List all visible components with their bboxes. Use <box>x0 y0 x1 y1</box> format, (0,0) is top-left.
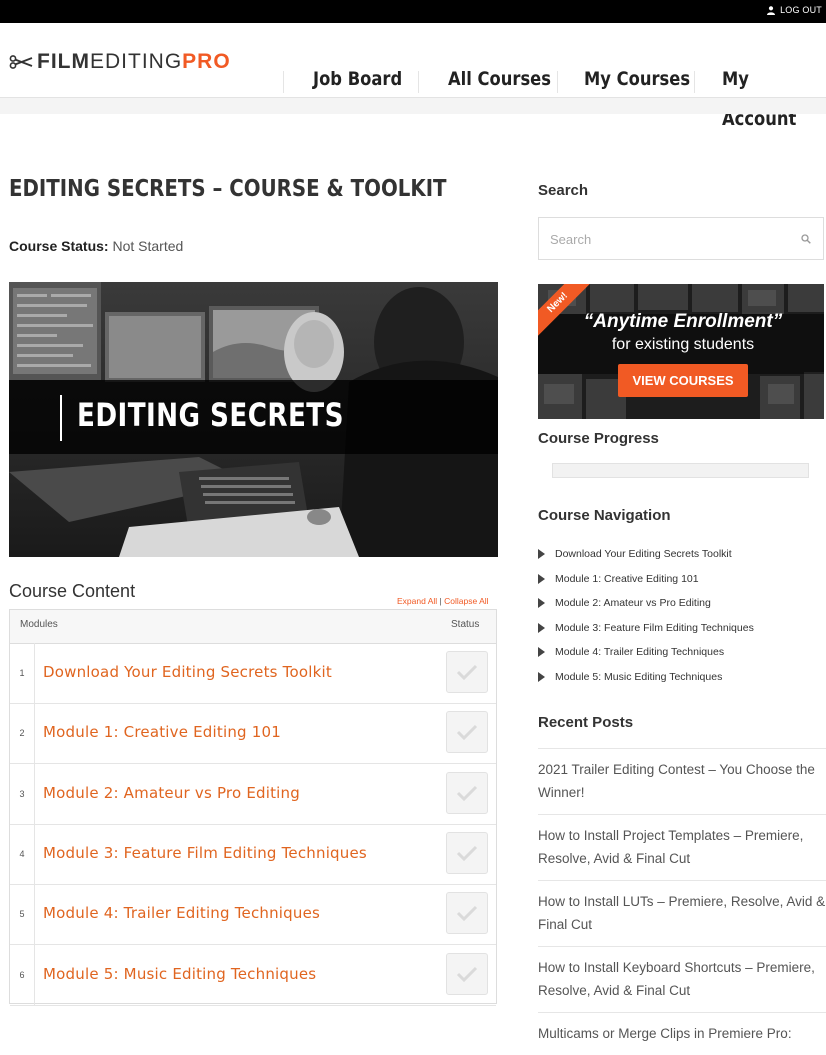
status-checkbox <box>446 831 488 874</box>
course-status-value: Not Started <box>112 238 184 254</box>
anytime-enrollment-banner[interactable]: New! “Anytime Enrollment” for existing s… <box>538 284 824 419</box>
view-courses-button[interactable]: VIEW COURSES <box>618 364 748 397</box>
recent-post-link[interactable]: How to Install Project Templates – Premi… <box>538 814 826 880</box>
expand-arrow-icon[interactable] <box>538 549 545 560</box>
module-row: 5 Module 4: Trailer Editing Techniques <box>10 884 496 946</box>
status-checkbox <box>446 651 488 693</box>
expand-arrow-icon[interactable] <box>538 622 545 633</box>
course-nav-item[interactable]: Module 1: Creative Editing 101 <box>538 567 826 592</box>
course-nav-label[interactable]: Module 1: Creative Editing 101 <box>555 573 699 585</box>
checkmark-icon <box>456 966 478 982</box>
recent-posts-list: 2021 Trailer Editing Contest – You Choos… <box>538 748 826 1055</box>
site-header: FILMEDITINGPRO Job Board All Courses My … <box>0 23 826 130</box>
module-row: 6 Module 5: Music Editing Techniques <box>10 944 496 1006</box>
nav-divider <box>283 71 284 93</box>
course-nav-label[interactable]: Module 3: Feature Film Editing Technique… <box>555 622 754 634</box>
nav-divider <box>418 71 419 93</box>
nav-divider <box>694 71 695 93</box>
module-row: 4 Module 3: Feature Film Editing Techniqu… <box>10 823 496 885</box>
row-number: 1 <box>10 643 35 703</box>
search-input[interactable]: Search <box>550 232 591 247</box>
course-progress-title: Course Progress <box>538 430 659 447</box>
logout-label: LOG OUT <box>780 5 822 15</box>
column-header-status: Status <box>451 619 480 630</box>
recent-post-link[interactable]: Multicams or Merge Clips in Premiere Pro… <box>538 1012 826 1055</box>
column-header-modules: Modules <box>20 619 58 630</box>
module-row: 3 Module 2: Amateur vs Pro Editing <box>10 763 496 825</box>
expand-arrow-icon[interactable] <box>538 573 545 584</box>
expand-arrow-icon[interactable] <box>538 671 545 682</box>
row-number: 5 <box>10 884 35 945</box>
course-nav-label[interactable]: Module 2: Amateur vs Pro Editing <box>555 597 711 609</box>
module-link[interactable]: Module 4: Trailer Editing Techniques <box>43 904 320 922</box>
nav-my-account[interactable]: My Account <box>722 59 811 130</box>
course-status: Course Status: Not Started <box>9 238 183 254</box>
course-nav-item[interactable]: Module 3: Feature Film Editing Technique… <box>538 616 826 641</box>
course-nav-label[interactable]: Download Your Editing Secrets Toolkit <box>555 548 732 560</box>
row-number: 6 <box>10 944 35 1005</box>
module-link[interactable]: Module 2: Amateur vs Pro Editing <box>43 784 300 802</box>
recent-post-link[interactable]: 2021 Trailer Editing Contest – You Choos… <box>538 748 826 814</box>
recent-posts-title: Recent Posts <box>538 714 634 731</box>
nav-job-board[interactable]: Job Board <box>313 59 402 99</box>
course-nav-label[interactable]: Module 4: Trailer Editing Techniques <box>555 646 724 658</box>
header-shadow-band <box>0 98 826 114</box>
hero-title-bar <box>60 395 62 441</box>
module-link[interactable]: Module 5: Music Editing Techniques <box>43 965 316 983</box>
row-number: 2 <box>10 703 35 764</box>
checkmark-icon <box>456 845 478 862</box>
expand-arrow-icon[interactable] <box>538 598 545 609</box>
hero-title: EDITING SECRETS <box>77 396 344 434</box>
nav-my-courses[interactable]: My Courses <box>584 59 690 99</box>
banner-subline: for existing students <box>611 336 755 353</box>
row-number: 3 <box>10 763 35 824</box>
checkmark-icon <box>456 725 478 741</box>
status-checkbox <box>446 771 488 814</box>
table-header: Modules Status <box>10 610 496 644</box>
course-navigation-list: Download Your Editing Secrets Toolkit Mod… <box>538 542 826 689</box>
page-title: EDITING SECRETS – COURSE & TOOLKIT <box>9 176 447 202</box>
expand-collapse-links: Expand All | Collapse All <box>397 596 489 606</box>
course-hero-image: EDITING SECRETS <box>9 282 498 557</box>
course-progress-bar <box>552 463 809 478</box>
course-navigation-title: Course Navigation <box>538 507 671 524</box>
checkmark-icon <box>456 664 478 681</box>
course-nav-item[interactable]: Module 5: Music Editing Techniques <box>538 665 826 690</box>
expand-arrow-icon[interactable] <box>538 647 545 658</box>
row-number: 4 <box>10 823 35 884</box>
module-link[interactable]: Download Your Editing Secrets Toolkit <box>43 663 332 681</box>
status-checkbox <box>446 892 488 935</box>
course-nav-item[interactable]: Download Your Editing Secrets Toolkit <box>538 542 826 567</box>
course-nav-item[interactable]: Module 4: Trailer Editing Techniques <box>538 640 826 665</box>
checkmark-icon <box>456 785 478 801</box>
course-content-title: Course Content <box>9 581 136 601</box>
course-nav-item[interactable]: Module 2: Amateur vs Pro Editing <box>538 591 826 616</box>
recent-post-link[interactable]: How to Install Keyboard Shortcuts – Prem… <box>538 946 826 1012</box>
module-row: 1 Download Your Editing Secrets Toolkit <box>10 643 496 704</box>
nav-divider <box>557 71 558 93</box>
link-separator: | <box>439 596 442 606</box>
module-row: 2 Module 1: Creative Editing 101 <box>10 703 496 765</box>
status-checkbox <box>446 952 488 995</box>
banner-headline: “Anytime Enrollment” <box>583 311 783 332</box>
checkmark-icon <box>456 906 478 922</box>
logout-link[interactable]: LOG OUT <box>767 5 822 15</box>
top-bar: LOG OUT <box>0 0 826 23</box>
expand-all-link[interactable]: Expand All <box>397 596 437 606</box>
course-modules-table: Modules Status 1 Download Your Editing Se… <box>9 609 497 1006</box>
main-nav: Job Board All Courses My Courses My Acco… <box>0 59 826 130</box>
collapse-all-link[interactable]: Collapse All <box>444 596 488 606</box>
search-title: Search <box>538 182 589 199</box>
course-nav-label[interactable]: Module 5: Music Editing Techniques <box>555 671 722 683</box>
course-status-label: Course Status: <box>9 238 109 254</box>
search-icon[interactable] <box>801 234 811 244</box>
search-field[interactable]: Search <box>538 217 824 260</box>
status-checkbox <box>446 711 488 754</box>
nav-all-courses[interactable]: All Courses <box>448 59 551 99</box>
recent-post-link[interactable]: How to Install LUTs – Premiere, Resolve,… <box>538 880 826 946</box>
module-link[interactable]: Module 3: Feature Film Editing Technique… <box>43 844 367 862</box>
user-icon <box>767 5 776 15</box>
module-link[interactable]: Module 1: Creative Editing 101 <box>43 723 281 741</box>
